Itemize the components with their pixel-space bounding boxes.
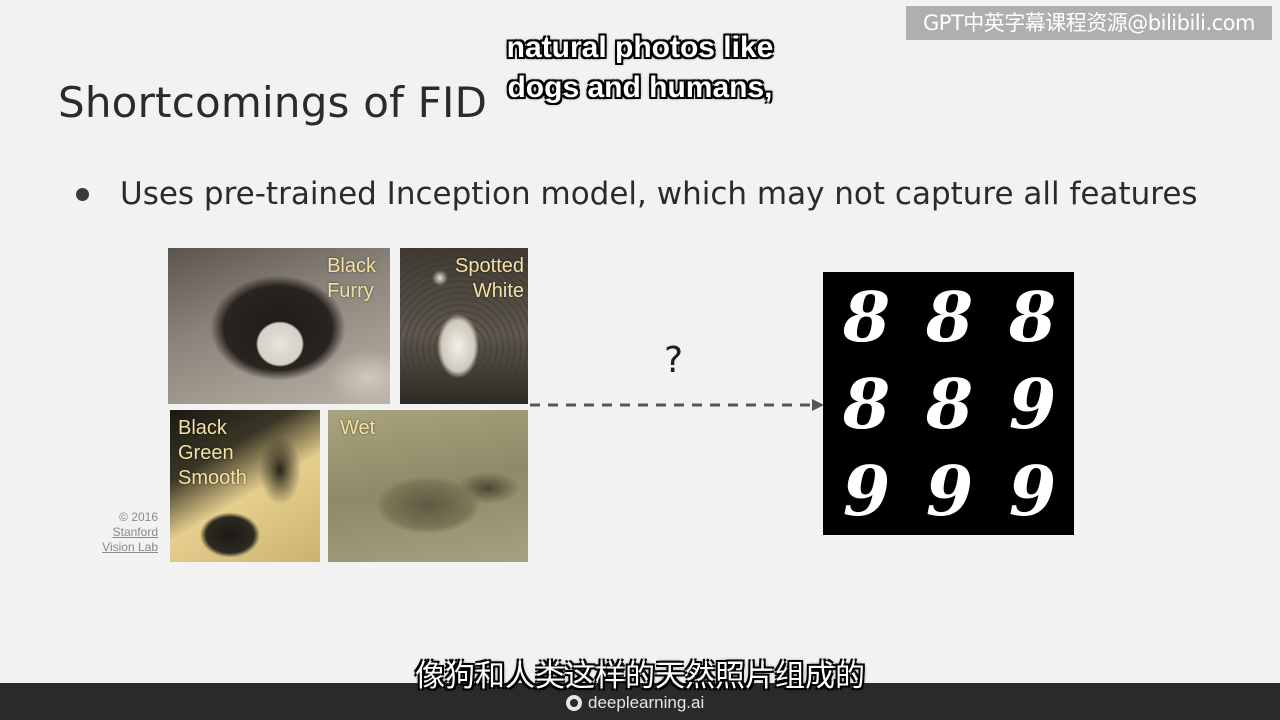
english-subtitle: natural photos like dogs and humans, xyxy=(480,28,800,108)
credit-link-stanford[interactable]: Stanford xyxy=(84,525,158,540)
brand: deeplearning.ai xyxy=(566,692,704,714)
slide-title: Shortcomings of FID xyxy=(58,78,488,127)
slide: Shortcomings of FID Uses pre-trained Inc… xyxy=(0,0,1280,720)
watermark: GPT中英字幕课程资源@bilibili.com xyxy=(906,6,1272,40)
bird-caption-line: Spotted xyxy=(455,255,524,277)
deeplearning-logo-icon xyxy=(566,695,582,711)
bullet-marker xyxy=(76,188,89,201)
digit-cell: 8 xyxy=(925,277,974,358)
brand-name: deeplearning.ai xyxy=(588,693,705,712)
bird-caption-line: White xyxy=(472,280,524,302)
platypus-caption: Wet xyxy=(340,416,375,441)
dog-caption-line: Black xyxy=(327,255,376,277)
digit-grid: 888889999 xyxy=(823,272,1074,535)
bird-photo: Spotted White xyxy=(400,248,528,404)
frog-caption-line: Green xyxy=(178,442,234,464)
frog-caption-line: Smooth xyxy=(178,467,247,489)
digit-cell: 8 xyxy=(842,364,891,445)
frog-caption: Black Green Smooth xyxy=(178,416,247,491)
bird-caption: Spotted White xyxy=(455,254,524,304)
platypus-caption-line: Wet xyxy=(340,417,376,439)
dashed-arrow xyxy=(530,399,824,411)
chinese-subtitle: 像狗和人类这样的天然照片组成的 xyxy=(415,659,865,694)
digit-cell: 8 xyxy=(925,364,974,445)
frog-caption-line: Black xyxy=(178,417,227,439)
dog-photo: Black Furry xyxy=(168,248,390,404)
english-subtitle-line: dogs and humans, xyxy=(507,71,773,104)
digit-cell: 9 xyxy=(1008,364,1057,445)
dog-caption-line: Furry xyxy=(327,280,374,302)
frog-photo: Black Green Smooth xyxy=(170,410,320,562)
credit-link-vision-lab[interactable]: Vision Lab xyxy=(84,540,158,555)
digit-cell: 9 xyxy=(1008,451,1057,532)
digit-cell: 9 xyxy=(925,451,974,532)
digit-cell: 8 xyxy=(1008,277,1057,358)
english-subtitle-line: natural photos like xyxy=(506,31,774,64)
digit-cell: 9 xyxy=(842,451,891,532)
question-mark: ? xyxy=(664,340,684,381)
dog-caption: Black Furry xyxy=(327,254,376,304)
credit-year: © 2016 xyxy=(119,510,158,524)
platypus-photo: Wet xyxy=(328,410,528,562)
bullet-text: Uses pre-trained Inception model, which … xyxy=(120,176,1198,212)
image-credit: © 2016 Stanford Vision Lab xyxy=(84,510,158,555)
digit-cell: 8 xyxy=(842,277,891,358)
